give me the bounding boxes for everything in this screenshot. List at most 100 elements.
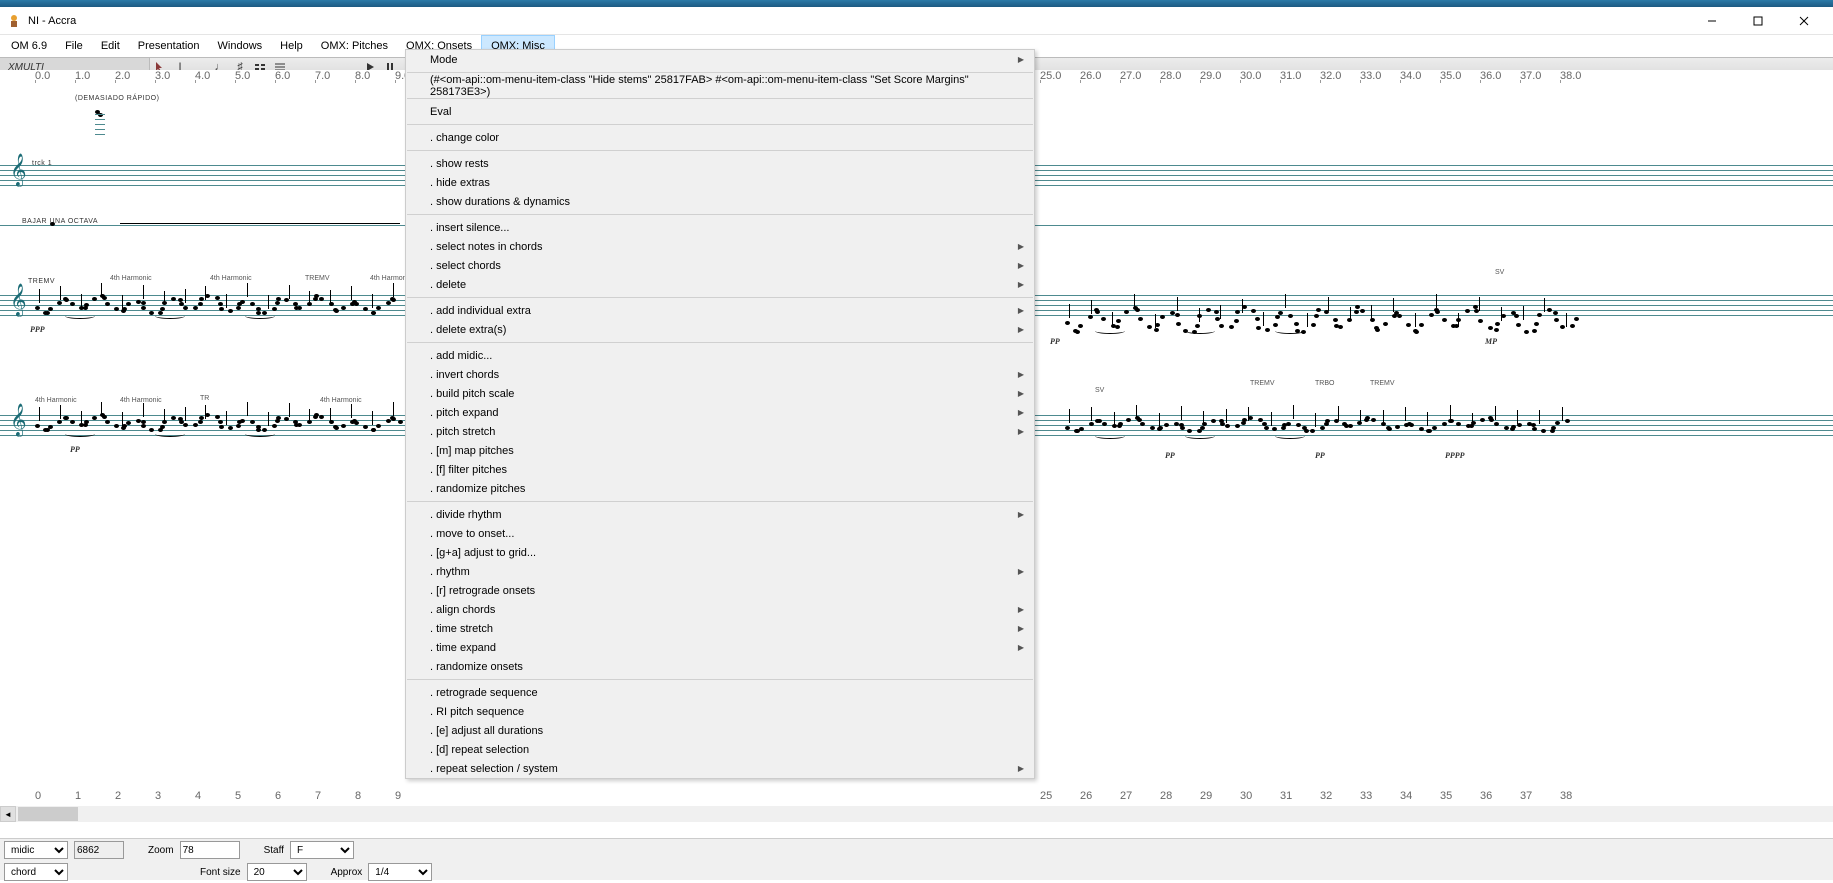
dropdown-item[interactable]: . align chords▶ xyxy=(406,600,1034,619)
dropdown-item[interactable]: . [r] retrograde onsets xyxy=(406,581,1034,600)
maximize-button[interactable] xyxy=(1735,7,1781,35)
dropdown-separator xyxy=(407,98,1033,99)
dropdown-item[interactable]: . [e] adjust all durations xyxy=(406,721,1034,740)
staff-3-right[interactable]: PP MP SV xyxy=(1035,275,1833,300)
submenu-arrow-icon: ▶ xyxy=(1018,242,1024,251)
time-ruler-bottom[interactable]: 01234567892526272829303132333435363738 xyxy=(0,790,1833,806)
submenu-arrow-icon: ▶ xyxy=(1018,389,1024,398)
menu-om[interactable]: OM 6.9 xyxy=(2,35,56,57)
submenu-arrow-icon: ▶ xyxy=(1018,624,1024,633)
dropdown-separator xyxy=(407,297,1033,298)
dropdown-item[interactable]: Eval xyxy=(406,102,1034,121)
dropdown-item[interactable]: Mode▶ xyxy=(406,50,1034,69)
fontsize-select[interactable]: 20 xyxy=(247,863,307,881)
dropdown-item[interactable]: . move to onset... xyxy=(406,524,1034,543)
dropdown-item[interactable]: . show durations & dynamics xyxy=(406,192,1034,211)
scroll-left-button[interactable]: ◄ xyxy=(0,806,16,822)
submenu-arrow-icon: ▶ xyxy=(1018,280,1024,289)
treble-clef-icon-3: 𝄞 xyxy=(10,405,27,437)
menu-help[interactable]: Help xyxy=(271,35,312,57)
dropdown-item[interactable]: . pitch stretch▶ xyxy=(406,422,1034,441)
dropdown-item[interactable]: . select notes in chords▶ xyxy=(406,237,1034,256)
treble-clef-icon-2: 𝄞 xyxy=(10,285,27,317)
dropdown-item[interactable]: . delete▶ xyxy=(406,275,1034,294)
dropdown-item[interactable]: . invert chords▶ xyxy=(406,365,1034,384)
annotation-tremv-2: TREMV xyxy=(1250,380,1275,387)
submenu-arrow-icon: ▶ xyxy=(1018,325,1024,334)
dropdown-item[interactable]: . RI pitch sequence xyxy=(406,702,1034,721)
zoom-label: Zoom xyxy=(148,845,174,856)
annotation-4th-harmonic-4: 4th Harmonic xyxy=(35,397,77,404)
dropdown-item[interactable]: . select chords▶ xyxy=(406,256,1034,275)
dropdown-item[interactable]: . hide extras xyxy=(406,173,1034,192)
submenu-arrow-icon: ▶ xyxy=(1018,510,1024,519)
dropdown-item[interactable]: . change color xyxy=(406,128,1034,147)
annotation-4th-harmonic-1: 4th Harmonic xyxy=(110,275,152,282)
app-icon xyxy=(6,13,22,29)
dropdown-item[interactable]: . [g+a] adjust to grid... xyxy=(406,543,1034,562)
annotation-trbo: TRBO xyxy=(1315,380,1334,387)
dropdown-item[interactable]: . pitch expand▶ xyxy=(406,403,1034,422)
track-label-0: (DEMASIADO RÁPIDO) xyxy=(75,95,159,102)
annotation-tr: TR xyxy=(200,395,209,402)
dropdown-item[interactable]: . build pitch scale▶ xyxy=(406,384,1034,403)
staff-label: Staff xyxy=(264,845,284,856)
dropdown-separator xyxy=(407,150,1033,151)
menu-presentation[interactable]: Presentation xyxy=(129,35,209,57)
approx-select[interactable]: 1/4 xyxy=(368,863,432,881)
dropdown-item[interactable]: . [d] repeat selection xyxy=(406,740,1034,759)
dropdown-item[interactable]: . divide rhythm▶ xyxy=(406,505,1034,524)
scroll-thumb[interactable] xyxy=(18,807,78,821)
mode-select[interactable]: midic xyxy=(4,841,68,859)
dropdown-item[interactable]: . time stretch▶ xyxy=(406,619,1034,638)
submenu-arrow-icon: ▶ xyxy=(1018,605,1024,614)
dropdown-item[interactable]: . [f] filter pitches xyxy=(406,460,1034,479)
h-scrollbar[interactable]: ◄ xyxy=(0,806,1833,822)
dropdown-item[interactable]: . rhythm▶ xyxy=(406,562,1034,581)
staff-select[interactable]: F xyxy=(290,841,354,859)
track-label-2: BAJAR UNA OCTAVA xyxy=(22,218,98,225)
midic-input[interactable] xyxy=(74,841,124,859)
dropdown-separator xyxy=(407,501,1033,502)
annotation-sv-2: SV xyxy=(1095,387,1104,394)
dynamic-mp: MP xyxy=(1485,337,1497,346)
treble-clef-icon: 𝄞 xyxy=(10,155,27,187)
dropdown-item[interactable]: . add individual extra▶ xyxy=(406,301,1034,320)
menu-edit[interactable]: Edit xyxy=(92,35,129,57)
menu-omx-pitches[interactable]: OMX: Pitches xyxy=(312,35,397,57)
dropdown-item[interactable]: . delete extra(s)▶ xyxy=(406,320,1034,339)
menu-windows[interactable]: Windows xyxy=(209,35,272,57)
dropdown-item[interactable]: . randomize pitches xyxy=(406,479,1034,498)
staff-2-line-right[interactable] xyxy=(1035,225,1833,230)
dropdown-item[interactable]: . randomize onsets xyxy=(406,657,1034,676)
submenu-arrow-icon: ▶ xyxy=(1018,643,1024,652)
minimize-button[interactable] xyxy=(1689,7,1735,35)
window-top-border xyxy=(0,0,1833,7)
dropdown-item[interactable]: . retrograde sequence xyxy=(406,683,1034,702)
dropdown-item[interactable]: . insert silence... xyxy=(406,218,1034,237)
dropdown-item[interactable]: . time expand▶ xyxy=(406,638,1034,657)
submenu-arrow-icon: ▶ xyxy=(1018,408,1024,417)
dropdown-item[interactable]: . add midic... xyxy=(406,346,1034,365)
dropdown-item[interactable]: . show rests xyxy=(406,154,1034,173)
dropdown-separator xyxy=(407,124,1033,125)
menu-file[interactable]: File xyxy=(56,35,92,57)
dropdown-item[interactable]: (#<om-api::om-menu-item-class "Hide stem… xyxy=(406,76,1034,95)
submenu-arrow-icon: ▶ xyxy=(1018,567,1024,576)
dropdown-separator xyxy=(407,679,1033,680)
chord-select[interactable]: chord xyxy=(4,863,68,881)
submenu-arrow-icon: ▶ xyxy=(1018,427,1024,436)
submenu-arrow-icon: ▶ xyxy=(1018,55,1024,64)
window-title: NI - Accra xyxy=(28,15,1689,27)
fontsize-label: Font size xyxy=(200,867,241,878)
dynamic-pp-4: PP xyxy=(1315,451,1325,460)
zoom-input[interactable] xyxy=(180,841,240,859)
track-label-3: TREMV xyxy=(28,278,55,285)
annotation-4th-harmonic-6: 4th Harmonic xyxy=(320,397,362,404)
close-button[interactable] xyxy=(1781,7,1827,35)
dynamic-pp-1: PP xyxy=(70,445,80,454)
note-cluster-0 xyxy=(95,110,105,128)
dropdown-item[interactable]: . repeat selection / system▶ xyxy=(406,759,1034,778)
submenu-arrow-icon: ▶ xyxy=(1018,370,1024,379)
dropdown-item[interactable]: . [m] map pitches xyxy=(406,441,1034,460)
